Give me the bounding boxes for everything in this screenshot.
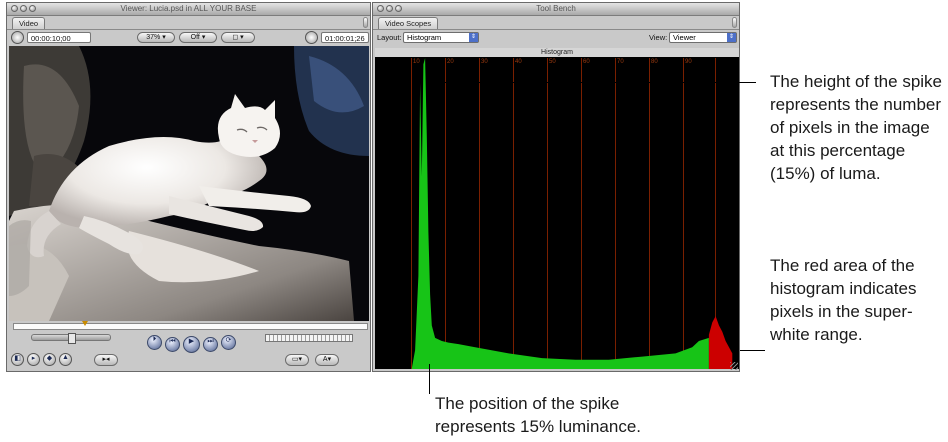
popup-arrows-icon: ⇕ [469,33,478,42]
in-out-buttons[interactable]: ▸◂ [94,354,118,366]
viewer-titlebar[interactable]: Viewer: Lucia.psd in ALL YOUR BASE [7,3,370,16]
layout-value: Histogram [407,33,442,42]
current-time-icon [305,31,318,44]
duration-icon [11,31,24,44]
shuttle-knob[interactable] [68,333,76,344]
generator-icon: ▭▾ [291,356,303,363]
playhead[interactable] [82,321,88,326]
scrubber-bar[interactable] [13,321,368,330]
histogram-superwhite-area [708,316,733,369]
layout-popup[interactable]: Histogram ⇕ [403,32,479,43]
zoom-popup[interactable]: 37% ▾ [137,32,175,43]
play-around-icon: ⟳ [225,337,232,344]
recent-clips-icon: A▾ [322,356,332,363]
layout-label: Layout: [377,33,402,42]
position-callout: The position of the spike represents 15%… [435,394,642,436]
view-popup[interactable]: Viewer ⇕ [669,32,737,43]
video-frame [9,46,369,321]
zoom-value: 37% [146,34,161,41]
viewer-tab-divider [7,29,370,30]
mark-in-button[interactable]: ▸ [27,353,40,366]
recent-clips-popup[interactable]: A▾ [315,354,339,366]
histogram-scope: Histogram 20 30 40 50 60 70 80 90 10 [375,48,739,369]
previous-edit-icon: ⏮ [169,338,176,345]
mark-clip-icon: ◆ [46,355,53,362]
toolbench-tab-divider [373,29,739,30]
next-edit-icon: ⏭ [207,338,214,345]
play-button[interactable]: ▶ [183,336,200,353]
tab-video-scopes[interactable]: Video Scopes [378,17,439,29]
toolbench-window: Tool Bench Video Scopes Layout: Histogra… [372,2,740,372]
generator-popup[interactable]: ▭▾ [285,354,309,366]
shuttle-slider[interactable] [31,333,111,344]
marker-icon: ▲ [62,354,69,361]
height-leader-line [440,82,756,83]
tab-scroll-handle[interactable] [732,17,737,28]
jog-control[interactable] [265,334,353,342]
tab-video[interactable]: Video [12,17,46,29]
histogram-luma-area [375,58,709,369]
play-around-button[interactable]: ⟳ [221,335,236,350]
popup-arrows-icon: ⇕ [727,33,736,42]
histogram-plot [375,58,733,369]
match-frame-button[interactable]: ◧ [11,353,24,366]
play-in-to-out-button[interactable]: ⏵ [147,335,162,350]
toolbench-title: Tool Bench [536,4,576,13]
cat-image [9,46,369,321]
resize-grip-icon[interactable] [730,362,738,370]
mark-clip-button[interactable]: ◆ [43,353,56,366]
next-edit-button[interactable]: ⏭ [203,337,218,352]
duration-timecode-field[interactable]: 00:00:10;00 [27,32,91,43]
position-leader-line [429,364,430,394]
toolbench-titlebar[interactable]: Tool Bench [373,3,739,16]
add-marker-button[interactable]: ▲ [59,353,72,366]
view-mode-icon: ◻ ▾ [232,34,244,41]
match-frame-icon: ◧ [14,355,21,362]
height-callout: The height of the spike represents the n… [770,72,943,183]
play-icon: ▶ [188,338,195,345]
previous-edit-button[interactable]: ⏮ [165,337,180,352]
viewer-title: Viewer: Lucia.psd in ALL YOUR BASE [120,4,257,13]
play-in-out-icon: ⏵ [152,336,157,343]
overlay-value: Off [190,34,200,41]
current-timecode-field[interactable]: 01:00:01;26 [321,32,369,43]
in-out-icon: ▸◂ [102,356,110,363]
viewer-window: Viewer: Lucia.psd in ALL YOUR BASE Video… [6,2,371,372]
mark-in-icon: ▸ [31,355,36,362]
overlay-popup[interactable]: Off ▾ [179,32,217,43]
view-label: View: [649,33,668,42]
view-value: Viewer [673,33,696,42]
red-area-callout: The red area of the histogram indicates … [770,256,917,344]
red-area-leader-line [740,350,765,351]
tab-scroll-handle[interactable] [363,17,368,28]
view-mode-popup[interactable]: ◻ ▾ [221,32,255,43]
